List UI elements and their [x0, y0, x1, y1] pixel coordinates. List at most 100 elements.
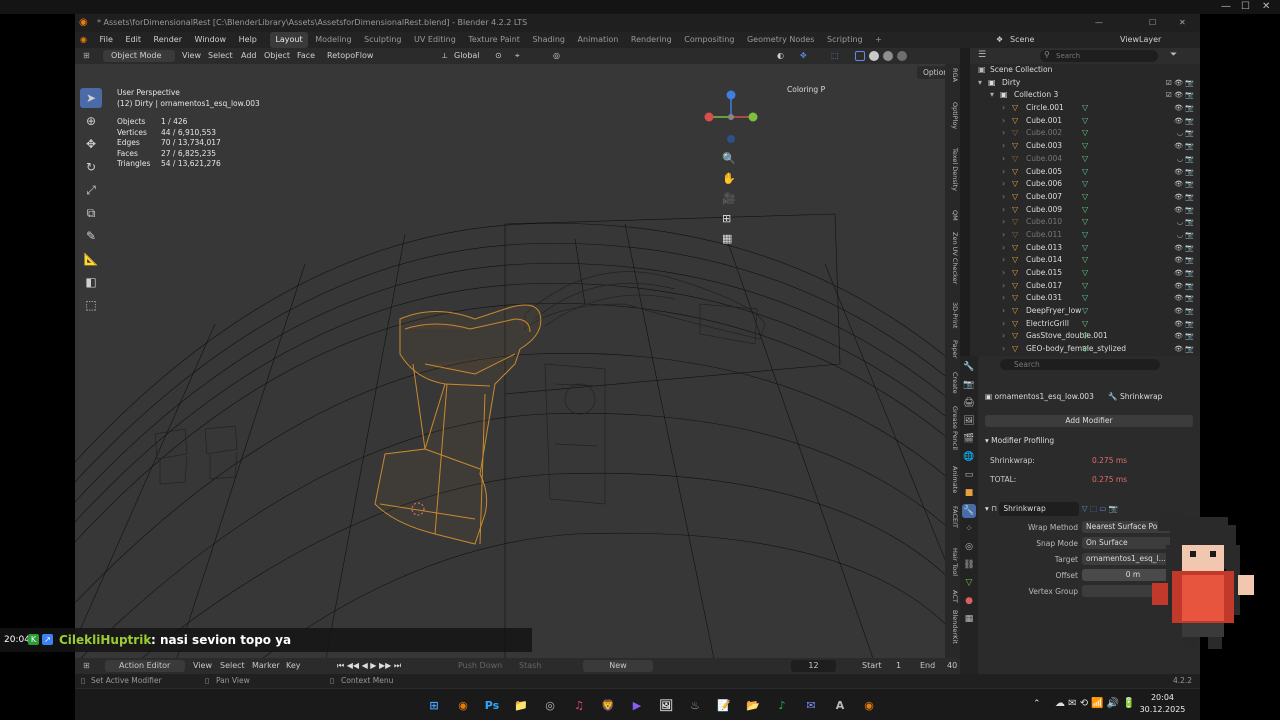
outliner-row-object[interactable]: › ▽ GEO-body_female_stylized ▽ 👁 📷 — [970, 343, 1200, 356]
menu-marker[interactable]: Marker — [252, 658, 280, 674]
sidebar-tab[interactable]: Zen UV Checker — [946, 232, 959, 284]
camera-icon[interactable]: 🎥 — [722, 192, 736, 205]
tab-uv-editing[interactable]: UV Editing — [409, 32, 461, 48]
visibility-toggles[interactable]: 👁 📷 — [1174, 343, 1194, 356]
menu-select[interactable]: Select — [208, 48, 233, 64]
menu-file[interactable]: File — [95, 32, 118, 48]
taskbar-explorer-icon[interactable]: 📂 — [743, 695, 763, 715]
close-button[interactable]: ✕ — [1179, 14, 1186, 32]
outliner-row-object[interactable]: › ▽ Cube.017 ▽ 👁 📷 — [970, 280, 1200, 293]
outliner-row-object[interactable]: › ▽ Cube.001 ▽ 👁 📷 — [970, 115, 1200, 128]
menu-render[interactable]: Render — [149, 32, 187, 48]
sidebar-tab[interactable]: Hair Tool — [946, 548, 959, 576]
annotate-tool-icon[interactable]: ✎ — [80, 226, 102, 246]
viewlayer-selector[interactable]: ViewLayer — [1115, 32, 1166, 48]
snap-icon[interactable]: ⌖ — [515, 48, 520, 64]
collection-tab-icon[interactable]: ▭ — [962, 468, 976, 482]
particles-tab-icon[interactable]: ⁘ — [962, 522, 976, 536]
sidebar-tab[interactable]: Grease Pencil — [946, 406, 959, 450]
taskbar-notes-icon[interactable]: 📝 — [714, 695, 734, 715]
expand-icon[interactable]: › — [1002, 254, 1005, 267]
outliner-editor-icon[interactable]: ☰ — [978, 50, 986, 60]
sidebar-tab[interactable]: BlenderKit — [946, 610, 959, 644]
transform-tool-icon[interactable]: ⧉ — [80, 203, 102, 223]
constraints-tab-icon[interactable]: ⛓ — [962, 558, 976, 572]
properties-search-input[interactable]: Search — [1000, 359, 1160, 370]
outliner-row-collection[interactable]: ▾ ▣ Collection 3 ☑ 👁 📷 — [970, 89, 1200, 102]
physics-tab-icon[interactable]: ◎ — [962, 540, 976, 554]
output-tab-icon[interactable]: 🖨 — [962, 396, 976, 410]
expand-icon[interactable]: › — [1002, 115, 1005, 128]
menu-edit[interactable]: Edit — [120, 32, 146, 48]
expand-icon[interactable]: › — [1002, 229, 1005, 242]
taskbar-start-icon[interactable]: ⊞ — [424, 695, 444, 715]
grid-view-icon[interactable]: ⊞ — [722, 212, 731, 225]
add-cube-tool-icon[interactable]: ◧ — [80, 272, 102, 292]
expand-icon[interactable]: ▾ — [990, 89, 994, 102]
visibility-toggles[interactable]: 👁 📷 — [1174, 330, 1194, 343]
host-close-button[interactable]: ✕ — [1262, 1, 1270, 12]
outliner-row-object[interactable]: › ▽ Cube.031 ▽ 👁 📷 — [970, 292, 1200, 305]
filter-icon[interactable]: ⏷ — [1170, 50, 1177, 60]
taskbar-messenger-icon[interactable]: ✉ — [801, 695, 821, 715]
move-tool-icon[interactable]: ✥ — [80, 134, 102, 154]
options-button[interactable]: Options — [917, 66, 945, 79]
visibility-toggles[interactable]: 👁 📷 — [1174, 204, 1194, 217]
pivot-icon[interactable]: ⊙ — [495, 48, 502, 64]
expand-icon[interactable]: › — [1002, 140, 1005, 153]
taskbar-spotify-icon[interactable]: ♪ — [772, 695, 792, 715]
expand-icon[interactable]: › — [1002, 292, 1005, 305]
menu-face[interactable]: Face — [297, 48, 315, 64]
expand-icon[interactable]: › — [1002, 191, 1005, 204]
outliner-row-object[interactable]: › ▽ Cube.015 ▽ 👁 📷 — [970, 267, 1200, 280]
tab-animation[interactable]: Animation — [573, 32, 624, 48]
outliner-row-object[interactable]: › ▽ Cube.003 ▽ 👁 📷 — [970, 140, 1200, 153]
taskbar-photoshop-icon[interactable]: Ps — [482, 695, 502, 715]
new-action-button[interactable]: New — [583, 660, 653, 672]
visibility-toggles[interactable]: 👁 📷 — [1174, 166, 1194, 179]
taskbar-browser-icon[interactable]: ◎ — [540, 695, 560, 715]
visibility-toggles[interactable]: 👁 📷 — [1174, 267, 1194, 280]
action-editor-selector[interactable]: Action Editor — [105, 660, 185, 672]
expand-icon[interactable]: › — [1002, 216, 1005, 229]
sidebar-tab[interactable]: QM — [946, 210, 959, 221]
visibility-toggles[interactable]: 👁 📷 — [1174, 115, 1194, 128]
add-workspace-button[interactable]: + — [870, 32, 887, 48]
outliner-row-object[interactable]: › ▽ Cube.010 ▽ ◡ 📷 — [970, 216, 1200, 229]
taskbar-music-icon[interactable]: ♫ — [569, 695, 589, 715]
menu-select[interactable]: Select — [220, 658, 245, 674]
visibility-toggles[interactable]: 👁 📷 — [1174, 280, 1194, 293]
visibility-toggles[interactable]: 👁 📷 — [1174, 242, 1194, 255]
outliner-row-object[interactable]: › ▽ Cube.002 ▽ ◡ 📷 — [970, 127, 1200, 140]
transform-orientation-selector[interactable]: Global — [454, 48, 480, 64]
current-frame-field[interactable]: 12 — [791, 660, 836, 672]
menu-help[interactable]: Help — [234, 32, 262, 48]
texture-tab-icon[interactable]: ▦ — [962, 612, 976, 626]
menu-key[interactable]: Key — [286, 658, 301, 674]
shading-material-icon[interactable] — [883, 51, 893, 61]
playback-controls[interactable]: ⏮ ◀◀ ◀ ▶ ▶▶ ⏭ — [337, 658, 401, 674]
tab-compositing[interactable]: Compositing — [679, 32, 739, 48]
expand-icon[interactable]: › — [1002, 204, 1005, 217]
sidebar-tab[interactable]: RGA — [946, 68, 959, 82]
sidebar-tab[interactable]: OptiPloy — [946, 102, 959, 129]
expand-icon[interactable]: › — [1002, 343, 1005, 356]
tab-texture-paint[interactable]: Texture Paint — [463, 32, 525, 48]
sidebar-tab[interactable]: ACT — [946, 590, 959, 603]
expand-icon[interactable]: › — [1002, 305, 1005, 318]
taskbar-brave-icon[interactable]: 🦁 — [598, 695, 618, 715]
visibility-toggles[interactable]: 👁 📷 — [1174, 292, 1194, 305]
stash-button[interactable]: Stash — [519, 658, 541, 674]
taskbar-steam-icon[interactable]: ♨ — [685, 695, 705, 715]
ortho-toggle-icon[interactable]: ▦ — [722, 232, 732, 245]
menu-object[interactable]: Object — [264, 48, 290, 64]
tab-sculpting[interactable]: Sculpting — [359, 32, 406, 48]
sidebar-tab[interactable]: 3D-Print — [946, 302, 959, 328]
host-minimize-button[interactable]: — — [1221, 1, 1231, 12]
rotate-tool-icon[interactable]: ↻ — [80, 157, 102, 177]
expand-icon[interactable]: › — [1002, 153, 1005, 166]
menu-window[interactable]: Window — [190, 32, 232, 48]
outliner-row-object[interactable]: › ▽ Cube.013 ▽ 👁 📷 — [970, 242, 1200, 255]
visibility-toggles[interactable]: 👁 📷 — [1174, 318, 1194, 331]
visibility-toggles[interactable]: ☑ 👁 📷 — [1166, 89, 1194, 102]
